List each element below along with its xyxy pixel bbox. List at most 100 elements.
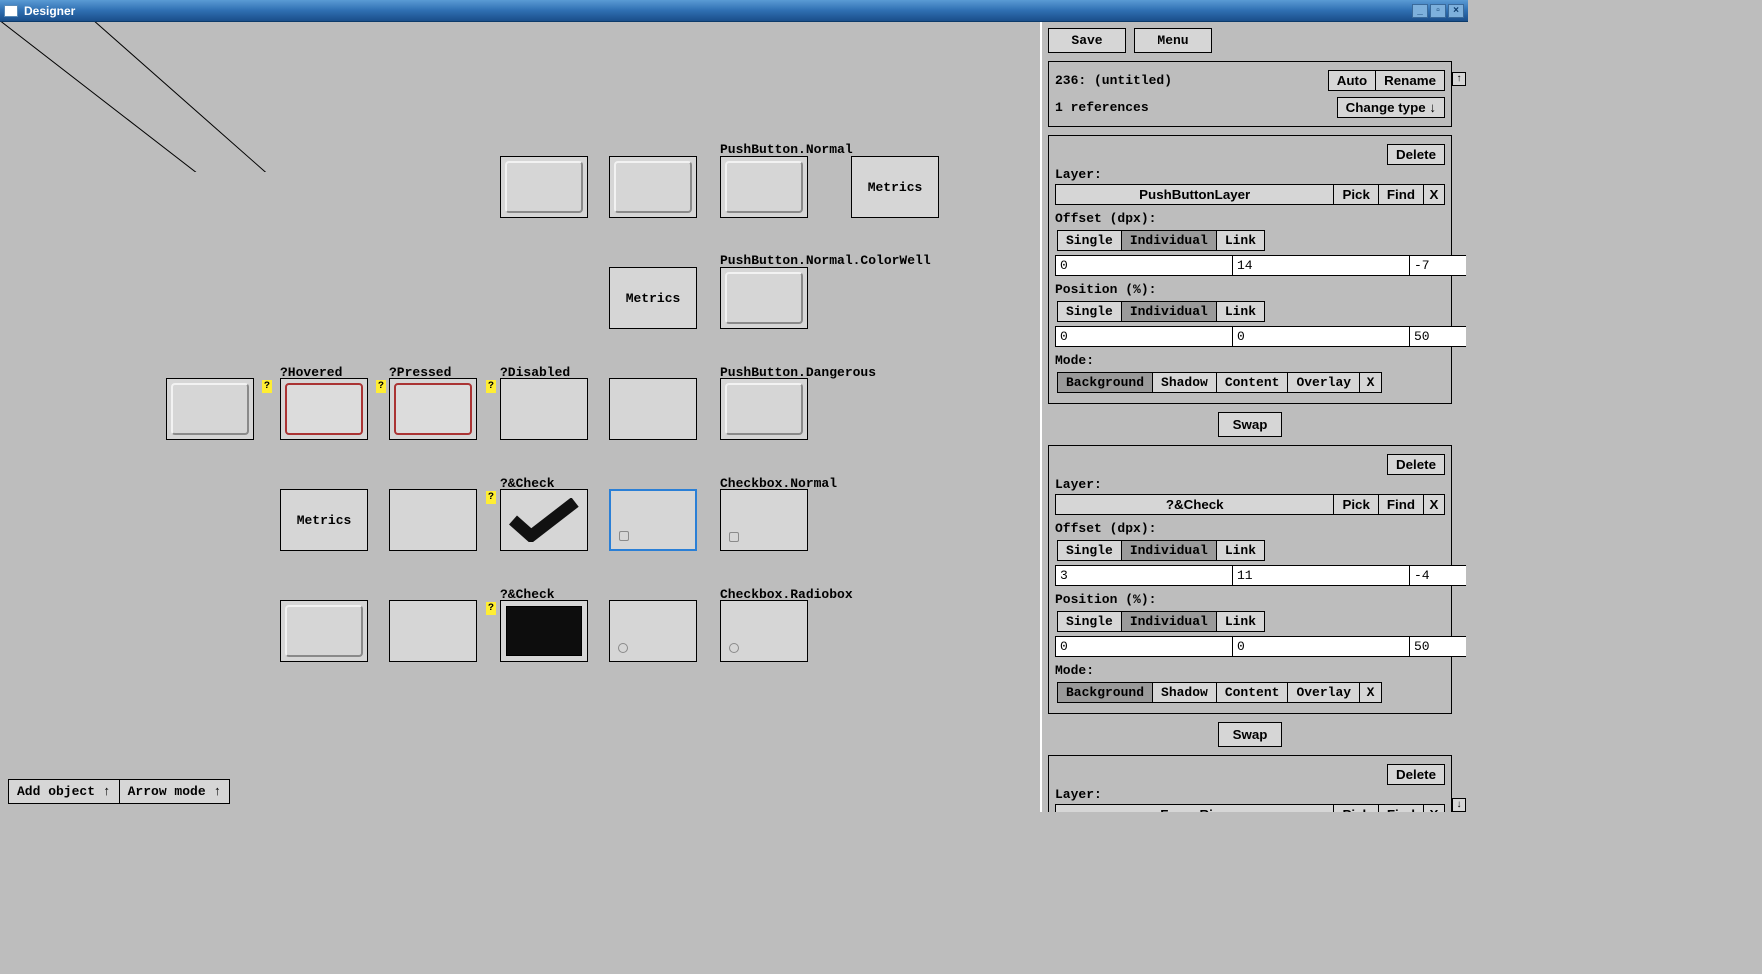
- tile[interactable]: [389, 600, 477, 662]
- seg-background[interactable]: Background: [1057, 372, 1153, 393]
- seg-link[interactable]: Link: [1217, 540, 1265, 561]
- layer-label: Layer:: [1055, 477, 1102, 492]
- x-button[interactable]: X: [1360, 682, 1382, 703]
- position-input-1[interactable]: [1233, 326, 1410, 347]
- maximize-button[interactable]: ▫: [1430, 4, 1446, 18]
- seg-single[interactable]: Single: [1057, 230, 1122, 251]
- layer-name[interactable]: PushButtonLayer: [1055, 184, 1334, 205]
- seg-link[interactable]: Link: [1217, 611, 1265, 632]
- offset-input-0[interactable]: [1055, 255, 1233, 276]
- offset-input-2[interactable]: [1410, 255, 1466, 276]
- tile[interactable]: [609, 600, 697, 662]
- find-button[interactable]: Find: [1378, 184, 1424, 205]
- checkbox-icon: [729, 532, 739, 542]
- tile[interactable]: [720, 600, 808, 662]
- seg-shadow[interactable]: Shadow: [1153, 372, 1217, 393]
- x-button[interactable]: X: [1423, 804, 1445, 812]
- label-pushbutton-colorwell: PushButton.Normal.ColorWell: [720, 253, 931, 268]
- tile-metrics[interactable]: Metrics: [851, 156, 939, 218]
- tile[interactable]: [166, 378, 254, 440]
- find-button[interactable]: Find: [1378, 804, 1424, 812]
- layer-panel-1: Delete Layer: ?&Check Pick Find X Offset…: [1048, 445, 1452, 714]
- tile-black[interactable]: [500, 600, 588, 662]
- close-button[interactable]: ×: [1448, 4, 1464, 18]
- tile[interactable]: [720, 267, 808, 329]
- seg-individual[interactable]: Individual: [1122, 611, 1217, 632]
- tile[interactable]: [500, 156, 588, 218]
- position-input-1[interactable]: [1233, 636, 1410, 657]
- swap-button[interactable]: Swap: [1218, 722, 1283, 747]
- save-button[interactable]: Save: [1048, 28, 1126, 53]
- pick-button[interactable]: Pick: [1333, 494, 1378, 515]
- question-badge: ?: [486, 491, 496, 504]
- tile[interactable]: [609, 378, 697, 440]
- delete-button[interactable]: Delete: [1387, 764, 1445, 785]
- tile-metrics[interactable]: Metrics: [280, 489, 368, 551]
- menu-button[interactable]: Menu: [1134, 28, 1212, 53]
- tile[interactable]: [720, 378, 808, 440]
- scroll-up-button[interactable]: ↑: [1452, 72, 1466, 86]
- pick-button[interactable]: Pick: [1333, 804, 1378, 812]
- tile-hovered[interactable]: [280, 378, 368, 440]
- position-input-0[interactable]: [1055, 326, 1233, 347]
- seg-background[interactable]: Background: [1057, 682, 1153, 703]
- design-canvas[interactable]: PushButton.Normal Metrics PushButton.Nor…: [0, 22, 1042, 812]
- x-button[interactable]: X: [1360, 372, 1382, 393]
- layer-name[interactable]: ?&Check: [1055, 494, 1334, 515]
- tile-selected[interactable]: [609, 489, 697, 551]
- tile-checkmark[interactable]: [500, 489, 588, 551]
- seg-overlay[interactable]: Overlay: [1288, 372, 1360, 393]
- tile[interactable]: [720, 489, 808, 551]
- layer-label: Layer:: [1055, 787, 1102, 802]
- seg-individual[interactable]: Individual: [1122, 230, 1217, 251]
- properties-panel: Save Menu ↑ ↓ 236: (untitled) Auto Renam…: [1044, 22, 1468, 812]
- object-id: 236: (untitled): [1055, 73, 1172, 88]
- delete-button[interactable]: Delete: [1387, 454, 1445, 475]
- seg-individual[interactable]: Individual: [1122, 540, 1217, 561]
- seg-content[interactable]: Content: [1217, 372, 1289, 393]
- offset-input-1[interactable]: [1233, 255, 1410, 276]
- mode-label: Mode:: [1055, 353, 1094, 368]
- position-input-2[interactable]: [1410, 636, 1466, 657]
- tile-metrics[interactable]: Metrics: [609, 267, 697, 329]
- tile[interactable]: [609, 156, 697, 218]
- tile-disabled[interactable]: [500, 378, 588, 440]
- auto-button[interactable]: Auto: [1328, 70, 1376, 91]
- layer-name[interactable]: FocusRing: [1055, 804, 1334, 812]
- tile[interactable]: [389, 489, 477, 551]
- scroll-down-button[interactable]: ↓: [1452, 798, 1466, 812]
- label-pushbutton-normal: PushButton.Normal: [720, 142, 853, 157]
- offset-input-1[interactable]: [1233, 565, 1410, 586]
- tile-pressed[interactable]: [389, 378, 477, 440]
- minimize-button[interactable]: _: [1412, 4, 1428, 18]
- offset-label: Offset (dpx):: [1055, 521, 1156, 536]
- pick-button[interactable]: Pick: [1333, 184, 1378, 205]
- seg-individual[interactable]: Individual: [1122, 301, 1217, 322]
- seg-overlay[interactable]: Overlay: [1288, 682, 1360, 703]
- change-type-button[interactable]: Change type ↓: [1337, 97, 1445, 118]
- seg-content[interactable]: Content: [1217, 682, 1289, 703]
- seg-shadow[interactable]: Shadow: [1153, 682, 1217, 703]
- position-input-2[interactable]: [1410, 326, 1466, 347]
- add-object-button[interactable]: Add object ↑: [8, 779, 120, 804]
- x-button[interactable]: X: [1423, 494, 1445, 515]
- radio-icon: [618, 643, 628, 653]
- question-badge: ?: [486, 380, 496, 393]
- seg-single[interactable]: Single: [1057, 611, 1122, 632]
- seg-link[interactable]: Link: [1217, 230, 1265, 251]
- app-icon: [4, 5, 18, 17]
- tile[interactable]: [280, 600, 368, 662]
- position-input-0[interactable]: [1055, 636, 1233, 657]
- offset-input-2[interactable]: [1410, 565, 1466, 586]
- swap-button[interactable]: Swap: [1218, 412, 1283, 437]
- seg-link[interactable]: Link: [1217, 301, 1265, 322]
- offset-input-0[interactable]: [1055, 565, 1233, 586]
- arrow-mode-button[interactable]: Arrow mode ↑: [120, 779, 231, 804]
- seg-single[interactable]: Single: [1057, 301, 1122, 322]
- seg-single[interactable]: Single: [1057, 540, 1122, 561]
- x-button[interactable]: X: [1423, 184, 1445, 205]
- tile[interactable]: [720, 156, 808, 218]
- find-button[interactable]: Find: [1378, 494, 1424, 515]
- rename-button[interactable]: Rename: [1375, 70, 1445, 91]
- delete-button[interactable]: Delete: [1387, 144, 1445, 165]
